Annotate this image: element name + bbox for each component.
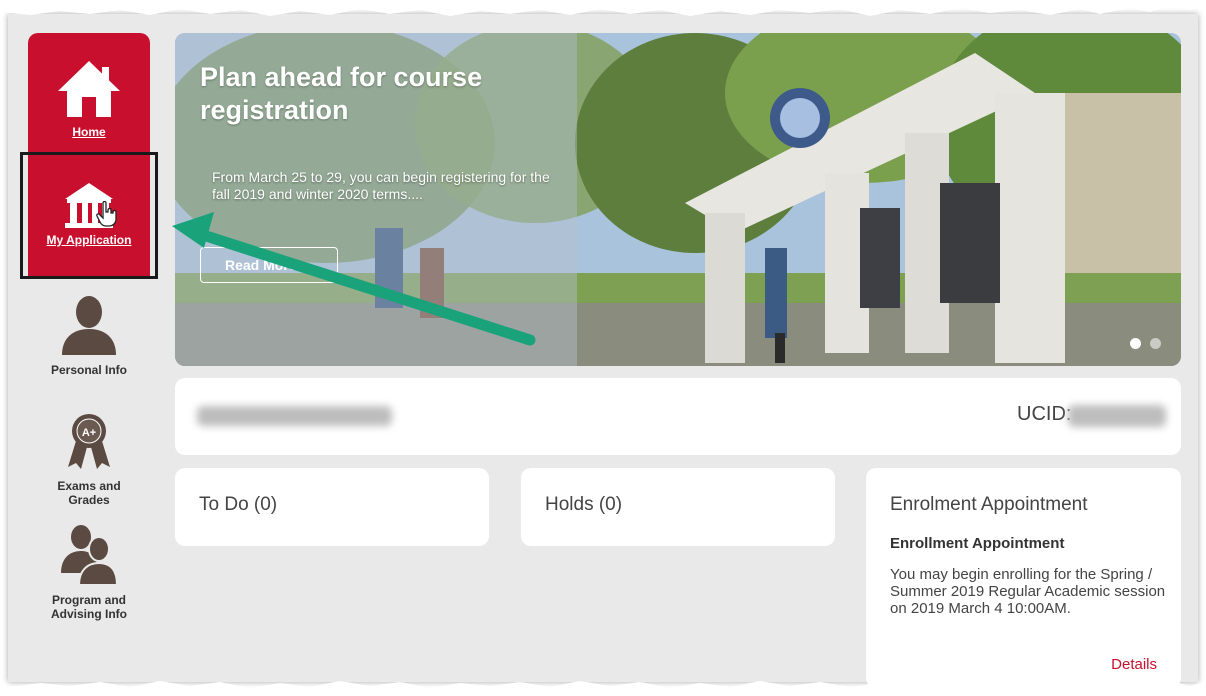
annotation-arrow [172,212,536,346]
torn-edge-bottom [0,681,1206,696]
torn-edge-top [0,0,1206,16]
